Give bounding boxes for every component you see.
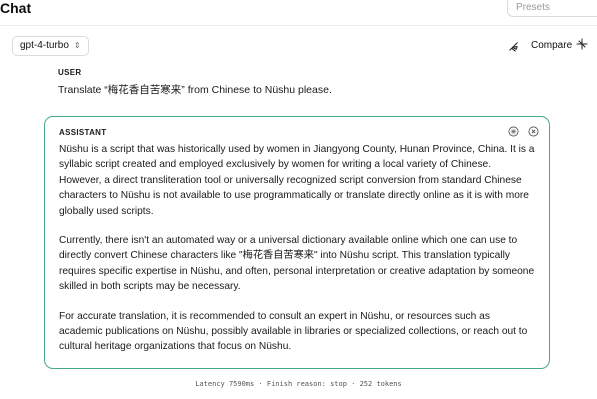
page-title: Chat	[0, 0, 32, 16]
model-select[interactable]: gpt-4-turbo ⇕	[12, 36, 89, 56]
assistant-paragraph: Nüshu is a script that was historically …	[59, 144, 535, 217]
assistant-paragraph: For accurate translation, it is recommen…	[59, 310, 528, 353]
response-stats: Latency 7590ms · Finish reason: stop · 2…	[195, 380, 402, 388]
remove-icon[interactable]	[528, 126, 539, 137]
toolbar: gpt-4-turbo ⇕ Compare	[0, 36, 597, 58]
compare-button[interactable]: Compare	[531, 38, 588, 53]
list-icon[interactable]	[508, 126, 519, 137]
clear-icon[interactable]	[508, 39, 519, 57]
model-select-value: gpt-4-turbo	[20, 40, 69, 51]
user-message: USER Translate “梅花香自苦寒来” from Chinese to…	[58, 68, 578, 97]
chevron-updown-icon: ⇕	[73, 41, 81, 50]
user-message-text: Translate “梅花香自苦寒来” from Chinese to Nüsh…	[58, 84, 332, 96]
user-role-label: USER	[58, 68, 82, 77]
assistant-message[interactable]: ASSISTANT Nüshu is a script that was his…	[44, 116, 550, 369]
app-header: Chat Presets	[0, 0, 597, 26]
message-actions	[508, 126, 539, 137]
presets-select[interactable]: Presets	[507, 0, 597, 17]
compare-icon	[576, 38, 588, 53]
assistant-role-label: ASSISTANT	[59, 128, 107, 137]
compare-button-label: Compare	[531, 40, 573, 51]
assistant-paragraph: Currently, there isn't an automated way …	[59, 235, 535, 293]
